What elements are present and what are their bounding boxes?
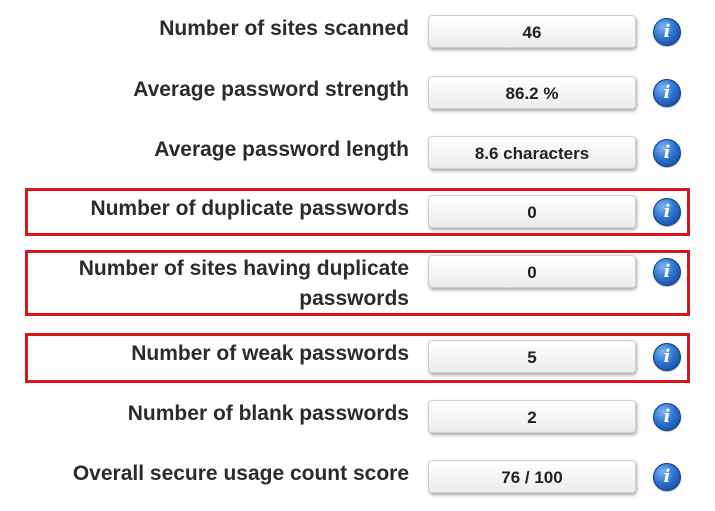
stat-value-field: 8.6 characters [428,136,636,169]
info-icon[interactable]: i [653,403,681,431]
stat-label: Overall secure usage count score [72,462,409,485]
info-icon[interactable]: i [653,463,681,491]
stat-label: Number of duplicate passwords [90,197,409,220]
stat-value-field: 0 [428,195,636,228]
stat-label: Number of weak passwords [131,342,409,365]
info-icon[interactable]: i [653,79,681,107]
stat-label: Average password length [154,138,409,161]
stat-label: Number of blank passwords [127,402,409,425]
info-icon[interactable]: i [653,343,681,371]
stat-label: Average password strength [133,78,409,101]
stat-value-field: 0 [428,255,636,288]
stat-value-field: 2 [428,400,636,433]
stat-label: Number of sites scanned [159,17,409,40]
stat-label-line1: Number of sites having duplicate [78,257,409,280]
info-icon[interactable]: i [653,198,681,226]
stat-value-field: 86.2 % [428,76,636,109]
info-icon[interactable]: i [653,139,681,167]
stat-value-field: 46 [428,15,636,48]
info-icon[interactable]: i [653,18,681,46]
stat-label-line2: passwords [299,287,409,310]
stat-value-field: 5 [428,340,636,373]
stat-value-field: 76 / 100 [428,460,636,493]
info-icon[interactable]: i [653,258,681,286]
